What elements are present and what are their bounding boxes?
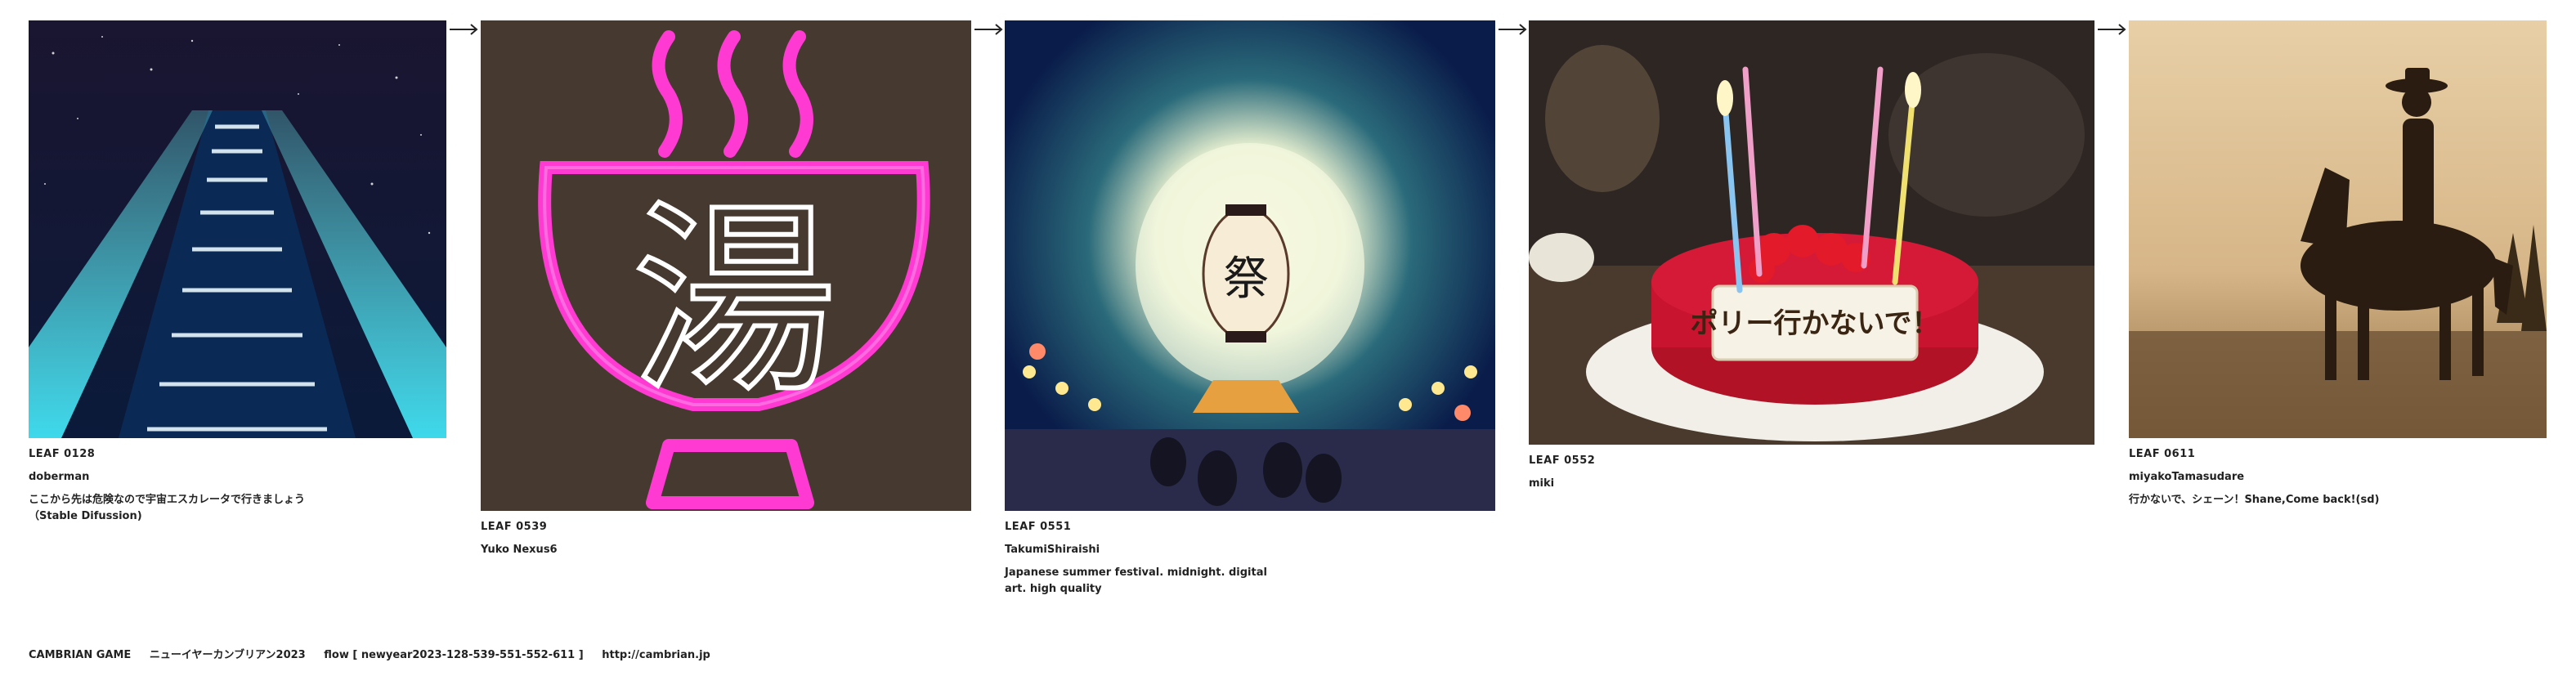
- flow-card: LEAF 0611 miyakoTamasudare 行かないで、シェーン！Sh…: [2129, 20, 2547, 508]
- arrow-right-icon: [2098, 23, 2127, 36]
- flow-card: 祭 LEAF 0551 TakumiShiraishi Japanese sum…: [1005, 20, 1495, 598]
- leaf-number[interactable]: LEAF 0128: [29, 446, 446, 463]
- card-image-festival[interactable]: 祭: [1005, 20, 1495, 511]
- author-name[interactable]: doberman: [29, 469, 446, 486]
- flow-card: LEAF 0128 doberman ここから先は危険なので宇宙エスカレータで行…: [29, 20, 446, 525]
- author-name[interactable]: miyakoTamasudare: [2129, 469, 2547, 486]
- arrow-right-icon: [1499, 23, 1528, 36]
- flow-card: ポリー行かないで！ LEAF 0552 miki: [1529, 20, 2094, 492]
- page-footer: CAMBRIAN GAME ニューイヤーカンブリアン2023 flow [ ne…: [29, 646, 725, 661]
- card-meta: LEAF 0551 TakumiShiraishi Japanese summe…: [1005, 519, 1495, 598]
- author-name[interactable]: miki: [1529, 476, 2094, 492]
- flow-card: 湯 LEAF 0539 Yuko Nexus6: [481, 20, 971, 558]
- footer-url[interactable]: http://cambrian.jp: [602, 649, 710, 661]
- card-image-cowboy[interactable]: [2129, 20, 2547, 438]
- card-image-neon-sign[interactable]: 湯: [481, 20, 971, 511]
- leaf-number[interactable]: LEAF 0551: [1005, 519, 1495, 535]
- sign-glyph: 湯: [632, 182, 836, 420]
- card-meta: LEAF 0611 miyakoTamasudare 行かないで、シェーン！Sh…: [2129, 446, 2547, 508]
- footer-brand[interactable]: CAMBRIAN GAME: [29, 649, 131, 661]
- footer-flow: flow [ newyear2023-128-539-551-552-611 ]: [324, 649, 584, 661]
- cake-plaque-text: ポリー行かないで！: [1691, 307, 1940, 340]
- card-image-escalator[interactable]: [29, 20, 446, 438]
- arrow-right-icon: [450, 23, 479, 36]
- card-meta: LEAF 0128 doberman ここから先は危険なので宇宙エスカレータで行…: [29, 446, 446, 525]
- leaf-number[interactable]: LEAF 0611: [2129, 446, 2547, 463]
- leaf-number[interactable]: LEAF 0552: [1529, 453, 2094, 469]
- card-image-cake[interactable]: ポリー行かないで！: [1529, 20, 2094, 445]
- footer-title[interactable]: ニューイヤーカンブリアン2023: [150, 649, 306, 661]
- card-meta: LEAF 0539 Yuko Nexus6: [481, 519, 971, 558]
- card-meta: LEAF 0552 miki: [1529, 453, 2094, 492]
- author-name[interactable]: TakumiShiraishi: [1005, 542, 1495, 558]
- leaf-caption: 行かないで、シェーン！Shane,Come back!(sd): [2129, 494, 2380, 506]
- arrow-right-icon: [974, 23, 1004, 36]
- leaf-caption: Japanese summer festival. midnight. digi…: [1005, 566, 1267, 595]
- author-name[interactable]: Yuko Nexus6: [481, 542, 971, 558]
- leaf-number[interactable]: LEAF 0539: [481, 519, 971, 535]
- lantern-glyph: 祭: [1223, 253, 1269, 306]
- leaf-caption: ここから先は危険なので宇宙エスカレータで行きましょう（Stable Difuss…: [29, 494, 306, 522]
